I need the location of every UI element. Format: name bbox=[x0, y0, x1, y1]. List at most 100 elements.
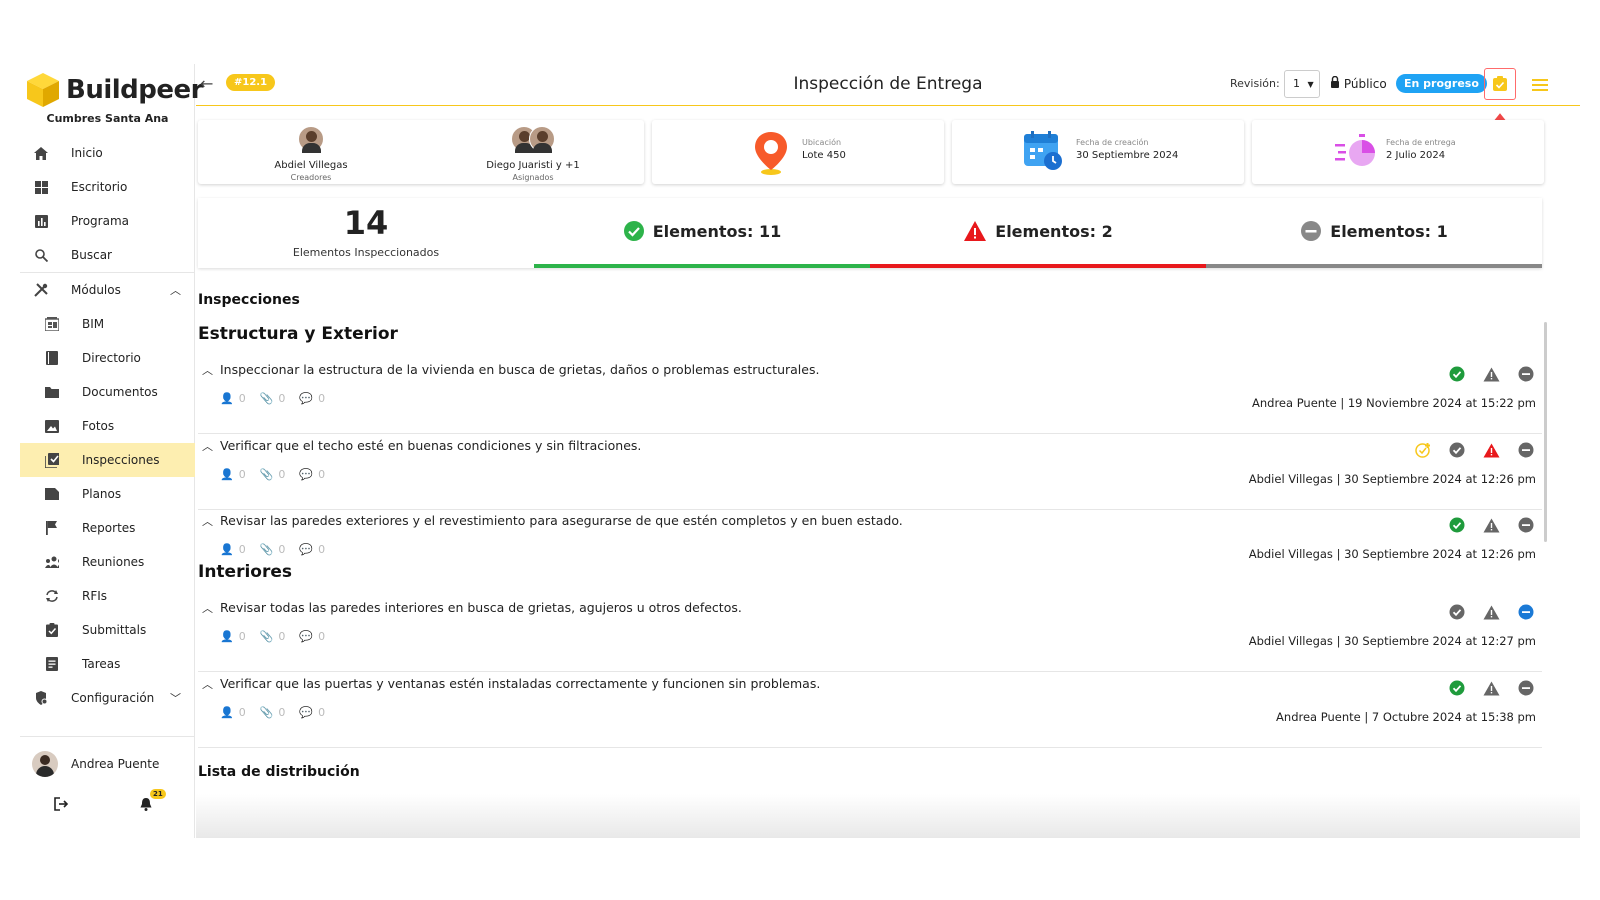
inspection-item[interactable]: ︿ Revisar las paredes exteriores y el re… bbox=[198, 509, 1542, 585]
minus-circle-icon[interactable] bbox=[1518, 517, 1534, 533]
na-progress-bar bbox=[1206, 264, 1542, 268]
summary-fail[interactable]: Elementos: 2 bbox=[870, 220, 1206, 242]
sidebar-item-reuniones[interactable]: Reuniones bbox=[20, 545, 195, 579]
comment-icon[interactable]: 💬 bbox=[299, 392, 313, 405]
summary-ok[interactable]: Elementos: 11 bbox=[534, 220, 870, 242]
paperclip-icon[interactable]: 📎 bbox=[260, 630, 274, 643]
chevron-up-icon[interactable]: ︿ bbox=[202, 676, 213, 692]
comment-icon[interactable]: 💬 bbox=[299, 630, 313, 643]
item-meta: 👤 0 📎 0 💬 0 bbox=[220, 706, 339, 719]
paperclip-icon[interactable]: 📎 bbox=[260, 543, 274, 556]
inspection-item[interactable]: ︿ Verificar que el techo esté en buenas … bbox=[198, 434, 1542, 510]
sidebar-item-submittals[interactable]: Submittals bbox=[20, 613, 195, 647]
minus-circle-icon[interactable] bbox=[1518, 604, 1534, 620]
warning-triangle-icon[interactable] bbox=[1483, 443, 1500, 458]
minus-circle-icon[interactable] bbox=[1518, 366, 1534, 382]
sidebar-item-inspecciones[interactable]: Inspecciones bbox=[20, 443, 195, 477]
creator[interactable]: Abdiel Villegas Creadores bbox=[236, 126, 386, 182]
logo[interactable]: Buildpeer bbox=[26, 70, 203, 110]
bell-icon[interactable] bbox=[140, 797, 152, 815]
visibility-toggle[interactable]: Público bbox=[1330, 75, 1387, 91]
inspection-item[interactable]: ︿ Inspeccionar la estructura de la vivie… bbox=[198, 358, 1542, 434]
item-text: Inspeccionar la estructura de la viviend… bbox=[220, 362, 820, 377]
warning-triangle-icon[interactable] bbox=[1483, 681, 1500, 696]
sidebar-item-label: Buscar bbox=[71, 248, 112, 262]
sidebar-item-inicio[interactable]: Inicio bbox=[20, 136, 195, 170]
paperclip-icon[interactable]: 📎 bbox=[260, 468, 274, 481]
user-profile[interactable]: Andrea Puente bbox=[32, 751, 159, 777]
summary-na[interactable]: Elementos: 1 bbox=[1206, 220, 1542, 242]
sidebar-item-fotos[interactable]: Fotos bbox=[20, 409, 195, 443]
assignees[interactable]: Diego Juaristi y +1 Asignados bbox=[458, 126, 608, 182]
check-circle-icon[interactable] bbox=[1449, 366, 1465, 382]
inspection-item[interactable]: ︿ Verificar que las puertas y ventanas e… bbox=[198, 672, 1542, 748]
lock-icon bbox=[1330, 75, 1340, 91]
sidebar-item-documentos[interactable]: Documentos bbox=[20, 375, 195, 409]
user-area: Andrea Puente 21 bbox=[20, 736, 195, 838]
comment-icon[interactable]: 💬 bbox=[299, 543, 313, 556]
sidebar-item-configuracion[interactable]: Configuración ﹀ bbox=[20, 681, 195, 715]
sidebar-item-modulos[interactable]: Módulos ︿ bbox=[20, 273, 195, 307]
chevron-up-icon[interactable]: ︿ bbox=[202, 513, 213, 529]
sidebar-item-label: BIM bbox=[82, 317, 105, 331]
sidebar-item-label: Módulos bbox=[71, 283, 121, 297]
summary-na-label: Elementos: 1 bbox=[1330, 221, 1448, 241]
person-search-icon[interactable]: 👤 bbox=[220, 706, 234, 719]
paperclip-icon[interactable]: 📎 bbox=[260, 392, 274, 405]
logout-icon[interactable] bbox=[54, 797, 69, 815]
sidebar-item-escritorio[interactable]: Escritorio bbox=[20, 170, 195, 204]
sidebar-item-directorio[interactable]: Directorio bbox=[20, 341, 195, 375]
chevron-up-icon[interactable]: ︿ bbox=[170, 282, 181, 298]
hamburger-menu-icon[interactable] bbox=[1532, 76, 1548, 95]
warning-triangle-icon[interactable] bbox=[1483, 518, 1500, 533]
files-count: 0 bbox=[278, 706, 286, 719]
people-count: 0 bbox=[238, 706, 246, 719]
sidebar-item-bim[interactable]: BIM bbox=[20, 307, 195, 341]
person-search-icon[interactable]: 👤 bbox=[220, 392, 234, 405]
check-circle-icon[interactable] bbox=[1449, 517, 1465, 533]
check-circle-icon[interactable] bbox=[1449, 604, 1465, 620]
person-search-icon[interactable]: 👤 bbox=[220, 543, 234, 556]
chevron-up-icon[interactable]: ︿ bbox=[202, 362, 213, 378]
calendar-icon bbox=[1024, 131, 1062, 170]
revision-select[interactable]: 1 ▼ bbox=[1284, 70, 1320, 98]
fail-progress-bar bbox=[870, 264, 1206, 268]
sidebar-item-buscar[interactable]: Buscar bbox=[20, 238, 195, 272]
inspection-item[interactable]: ︿ Revisar todas las paredes interiores e… bbox=[198, 596, 1542, 672]
sign-off-button[interactable] bbox=[1484, 68, 1516, 100]
scrollbar[interactable] bbox=[1544, 322, 1547, 542]
person-search-icon[interactable]: 👤 bbox=[220, 468, 234, 481]
check-circle-icon[interactable] bbox=[1449, 680, 1465, 696]
minus-circle-icon[interactable] bbox=[1518, 442, 1534, 458]
main-content: ← #12.1 Inspección de Entrega Revisión: … bbox=[196, 64, 1580, 838]
sidebar-item-label: Tareas bbox=[82, 657, 121, 671]
checklist-icon bbox=[45, 452, 59, 468]
comment-icon[interactable]: 💬 bbox=[299, 706, 313, 719]
sidebar-nav: Inicio Escritorio Programa Buscar Módulo… bbox=[20, 136, 195, 715]
comment-icon[interactable]: 💬 bbox=[299, 468, 313, 481]
minus-circle-icon[interactable] bbox=[1518, 680, 1534, 696]
sidebar-item-programa[interactable]: Programa bbox=[20, 204, 195, 238]
chevron-up-icon[interactable]: ︿ bbox=[202, 438, 213, 454]
creator-role: Creadores bbox=[290, 173, 332, 182]
sidebar-item-label: Fotos bbox=[82, 419, 115, 433]
comments-count: 0 bbox=[318, 543, 326, 556]
sidebar-item-planos[interactable]: Planos bbox=[20, 477, 195, 511]
paperclip-icon[interactable]: 📎 bbox=[260, 706, 274, 719]
status-badge[interactable]: En progreso bbox=[1396, 74, 1487, 93]
plans-icon bbox=[45, 487, 59, 501]
sidebar-item-tareas[interactable]: Tareas bbox=[20, 647, 195, 681]
warning-triangle-icon[interactable] bbox=[1483, 605, 1500, 620]
chevron-up-icon[interactable]: ︿ bbox=[202, 600, 213, 616]
warning-triangle-icon[interactable] bbox=[1483, 367, 1500, 382]
person-search-icon[interactable]: 👤 bbox=[220, 630, 234, 643]
edit-status-icon[interactable] bbox=[1415, 442, 1431, 458]
distribution-list-title: Lista de distribución bbox=[198, 764, 360, 780]
item-meta: 👤 0 📎 0 💬 0 bbox=[220, 543, 339, 556]
sidebar-item-rfis[interactable]: RFIs bbox=[20, 579, 195, 613]
sidebar-item-reportes[interactable]: Reportes bbox=[20, 511, 195, 545]
chevron-down-icon[interactable]: ﹀ bbox=[170, 690, 181, 706]
sidebar-item-label: Reportes bbox=[82, 521, 136, 535]
check-circle-icon[interactable] bbox=[1449, 442, 1465, 458]
delivery-date-info: Fecha de entrega 2 Julio 2024 bbox=[1386, 138, 1456, 161]
